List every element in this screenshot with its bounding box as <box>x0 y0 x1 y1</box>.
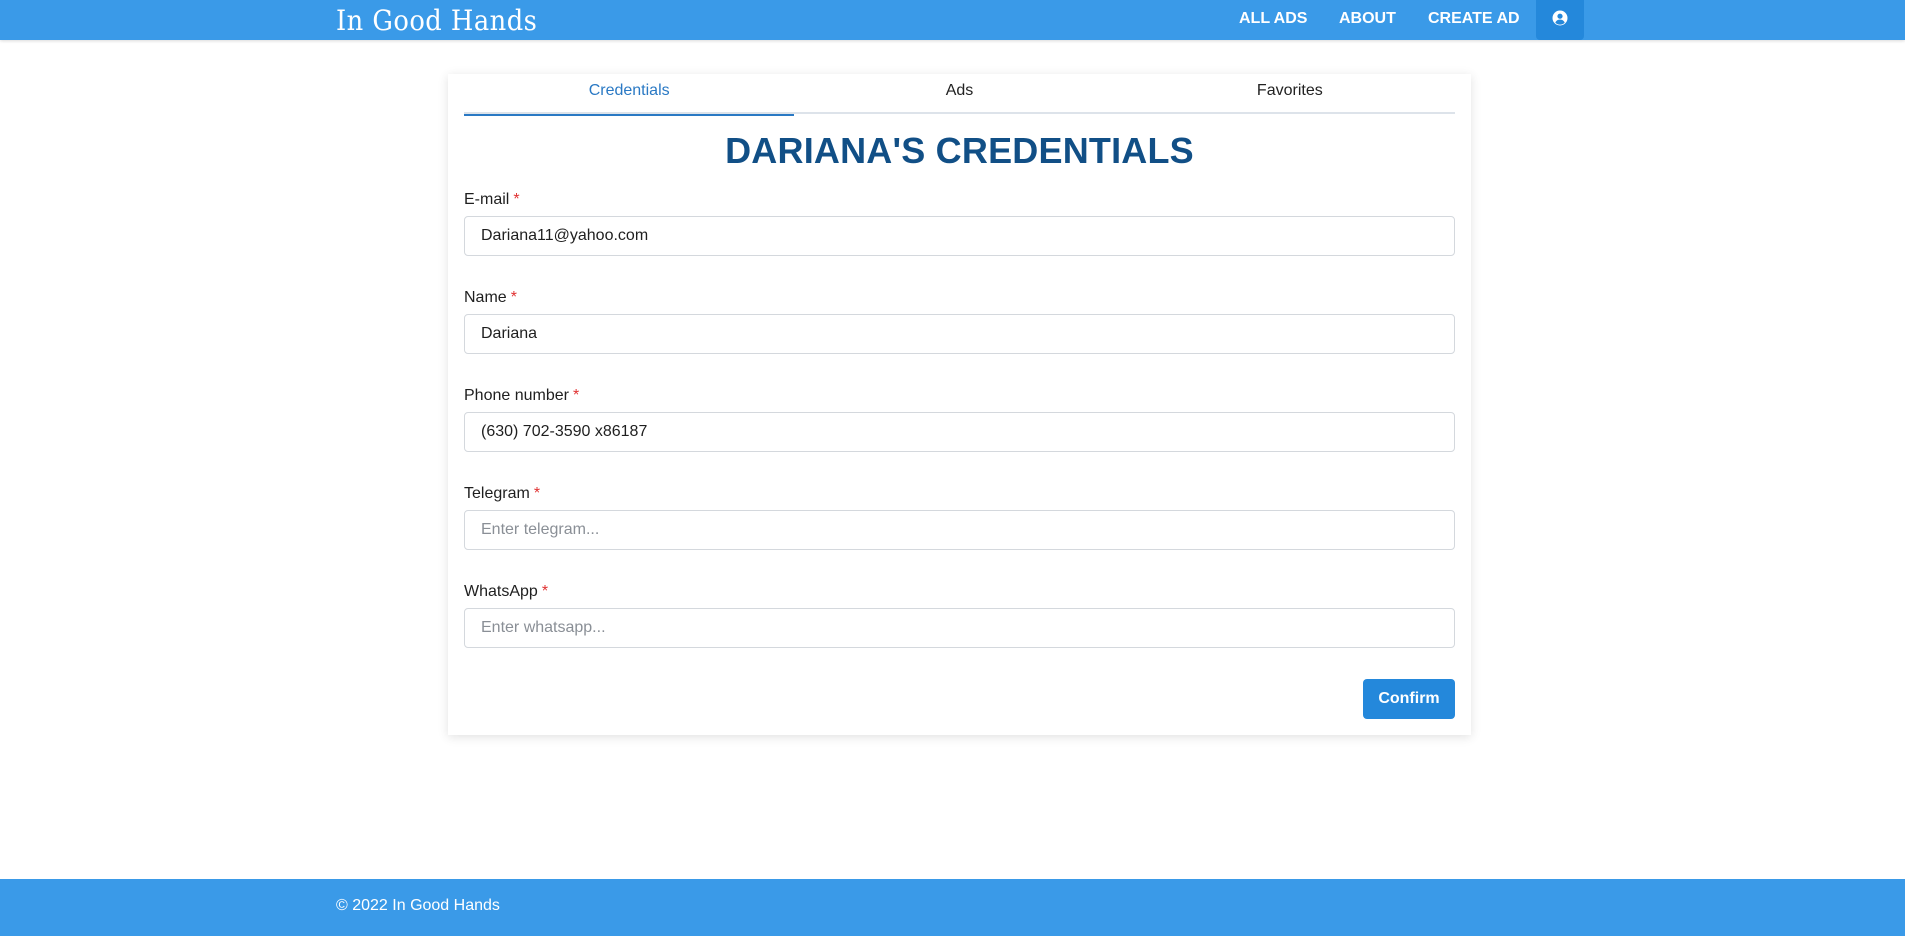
nav-about-link[interactable]: ABOUT <box>1339 0 1396 40</box>
whatsapp-label: WhatsApp * <box>464 582 1455 602</box>
whatsapp-label-text: WhatsApp <box>464 583 538 600</box>
tab-favorites[interactable]: Favorites <box>1125 74 1455 114</box>
nav-all-ads-link[interactable]: ALL ADS <box>1239 0 1307 40</box>
page-title: DARIANA'S CREDENTIALS <box>725 130 1194 171</box>
user-circle-icon <box>1552 10 1568 31</box>
user-menu-button[interactable] <box>1536 0 1584 40</box>
email-label-text: E-mail <box>464 191 510 208</box>
phone-input[interactable] <box>464 412 1455 452</box>
profile-tabs: Credentials Ads Favorites <box>464 74 1455 116</box>
email-field-group: E-mail * <box>464 190 1455 256</box>
phone-field-group: Phone number * <box>464 386 1455 452</box>
whatsapp-field-group: WhatsApp * <box>464 582 1455 648</box>
name-label: Name * <box>464 288 1455 308</box>
name-field-group: Name * <box>464 288 1455 354</box>
telegram-label-text: Telegram <box>464 485 530 502</box>
brand-logo[interactable]: In Good Hands <box>336 3 537 39</box>
phone-label-text: Phone number <box>464 387 569 404</box>
email-label: E-mail * <box>464 190 1455 210</box>
telegram-label: Telegram * <box>464 484 1455 504</box>
footer-copyright: © 2022 In Good Hands <box>336 897 500 914</box>
credentials-card: Credentials Ads Favorites DARIANA'S CRED… <box>448 74 1471 735</box>
top-navbar: In Good Hands ALL ADS ABOUT CREATE AD <box>0 0 1905 40</box>
confirm-button[interactable]: Confirm <box>1363 679 1455 719</box>
whatsapp-input[interactable] <box>464 608 1455 648</box>
email-input[interactable] <box>464 216 1455 256</box>
telegram-input[interactable] <box>464 510 1455 550</box>
required-marker: * <box>533 485 541 502</box>
tab-credentials[interactable]: Credentials <box>464 74 795 116</box>
page-footer: © 2022 In Good Hands <box>0 879 1905 936</box>
required-marker: * <box>541 583 549 600</box>
telegram-field-group: Telegram * <box>464 484 1455 550</box>
required-marker: * <box>510 289 517 306</box>
required-marker: * <box>513 191 520 208</box>
name-label-text: Name <box>464 289 507 306</box>
name-input[interactable] <box>464 314 1455 354</box>
nav-create-ad-link[interactable]: CREATE AD <box>1428 0 1520 40</box>
phone-label: Phone number * <box>464 386 1455 406</box>
required-marker: * <box>572 387 580 404</box>
tab-ads[interactable]: Ads <box>794 74 1124 114</box>
